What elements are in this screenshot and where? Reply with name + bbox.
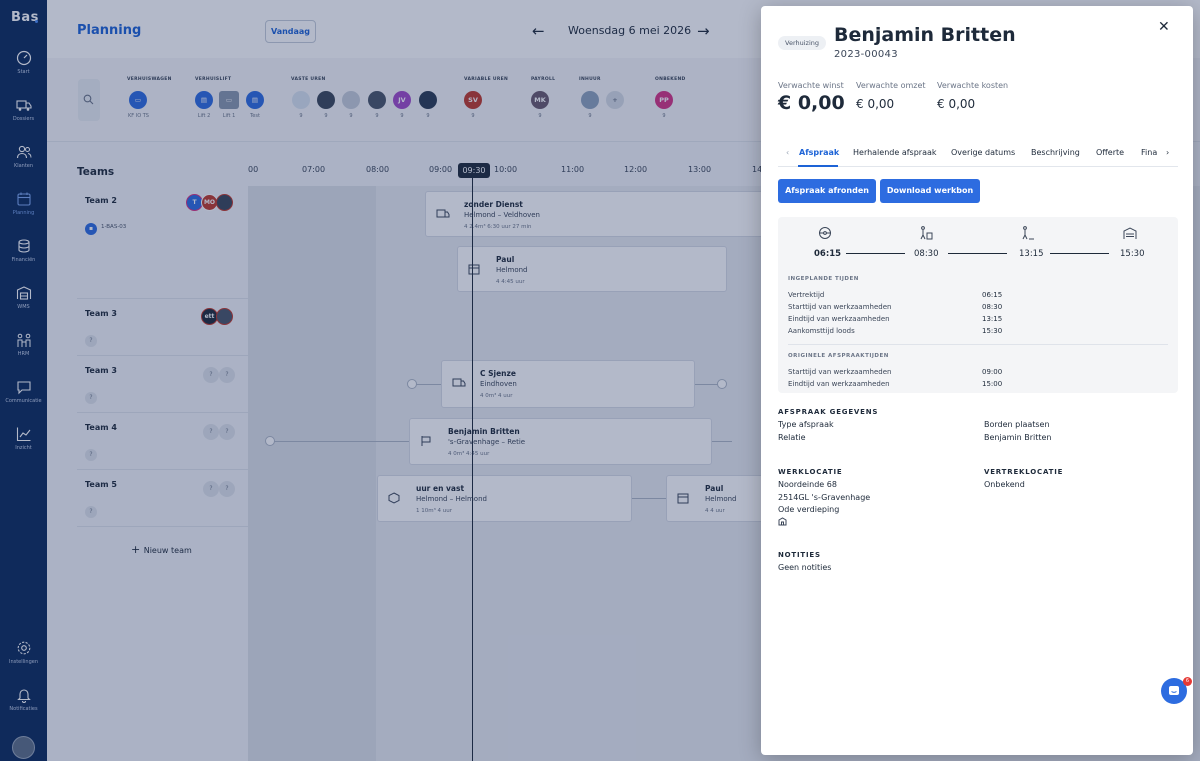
tabs-scroll-left-icon[interactable]: ‹: [786, 148, 789, 157]
metric-value: € 0,00: [937, 97, 976, 111]
time-label: Eindtijd van werkzaamheden: [788, 380, 890, 388]
tab-offerte[interactable]: Offerte: [1096, 148, 1124, 157]
tab-beschrijving[interactable]: Beschrijving: [1031, 148, 1080, 157]
notes-text: Geen notities: [778, 563, 832, 572]
metric-label: Verwachte omzet: [856, 81, 926, 90]
panel-tabs: ‹ Afspraak Herhalende afspraak Overige d…: [778, 142, 1178, 167]
appointment-detail-panel: ✕ Verhuizing Benjamin Britten 2023-00043…: [761, 6, 1193, 755]
time-label: Eindtijd van werkzaamheden: [788, 315, 890, 323]
active-tab-indicator: [798, 165, 838, 167]
steering-wheel-icon: [819, 227, 831, 239]
download-work-order-button[interactable]: Download werkbon: [880, 179, 980, 203]
tab-overige-datums[interactable]: Overige datums: [951, 148, 1015, 157]
chat-unread-badge: 6: [1183, 677, 1192, 686]
section-heading: INGEPLANDE TIJDEN: [788, 276, 859, 282]
section-heading: NOTITIES: [778, 551, 821, 559]
time-label: Starttijd van werkzaamheden: [788, 368, 892, 376]
departure-time: 06:15: [814, 249, 842, 259]
work-start-time: 08:30: [914, 249, 939, 259]
tabs-scroll-right-icon[interactable]: ›: [1164, 148, 1170, 157]
appointment-times: 06:15 08:30 13:15 15:30 INGEPLANDE TIJDE…: [778, 217, 1178, 393]
time-value: 15:30: [982, 327, 1003, 335]
work-end-time: 13:15: [1019, 249, 1044, 259]
time-value: 08:30: [982, 303, 1003, 311]
section-heading: ORIGINELE AFSPRAAKTIJDEN: [788, 353, 889, 359]
metric-value: € 0,00: [856, 97, 895, 111]
tab-financien[interactable]: Fina: [1141, 148, 1157, 157]
times-connector: [846, 253, 905, 254]
warehouse-icon: [1123, 227, 1137, 239]
worker-end-icon: [1022, 226, 1034, 240]
time-value: 09:00: [982, 368, 1003, 376]
time-label: Aankomsttijd loods: [788, 327, 855, 335]
time-label: Vertrektijd: [788, 291, 825, 299]
divider: [788, 344, 1168, 345]
times-connector: [948, 253, 1007, 254]
arrival-time: 15:30: [1120, 249, 1145, 259]
detail-value: Borden plaatsen: [984, 420, 1050, 429]
section-heading: VERTREKLOCATIE: [984, 468, 1064, 476]
complete-appointment-button[interactable]: Afspraak afronden: [778, 179, 876, 203]
worker-start-icon: [920, 226, 933, 240]
panel-subtitle: 2023-00043: [834, 49, 898, 60]
section-heading: AFSPRAAK GEGEVENS: [778, 408, 879, 416]
time-label: Starttijd van werkzaamheden: [788, 303, 892, 311]
tab-afspraak[interactable]: Afspraak: [799, 148, 839, 157]
app: Bas Start Dossiers Klanten Planning Fina…: [0, 0, 1200, 761]
panel-title: Benjamin Britten: [834, 24, 1016, 46]
detail-label: Type afspraak: [778, 420, 834, 429]
chat-icon: [1169, 686, 1179, 695]
section-heading: WERKLOCATIE: [778, 468, 843, 476]
detail-value: Benjamin Britten: [984, 433, 1052, 442]
metric-label: Verwachte winst: [778, 81, 844, 90]
building-icon: [778, 517, 787, 526]
time-value: 13:15: [982, 315, 1003, 323]
appointment-type-badge: Verhuizing: [778, 36, 827, 50]
time-value: 15:00: [982, 380, 1003, 388]
metric-value: € 0,00: [778, 92, 845, 114]
times-connector: [1050, 253, 1109, 254]
tab-herhalende-afspraak[interactable]: Herhalende afspraak: [853, 148, 937, 157]
address-line: 2514GL 's-Gravenhage: [778, 493, 871, 502]
close-icon[interactable]: ✕: [1158, 19, 1170, 35]
metric-label: Verwachte kosten: [937, 81, 1009, 90]
address-line: Noordeinde 68: [778, 480, 837, 489]
departure-location: Onbekend: [984, 480, 1025, 489]
time-value: 06:15: [982, 291, 1003, 299]
address-line: Ode verdieping: [778, 505, 840, 514]
detail-label: Relatie: [778, 433, 806, 442]
